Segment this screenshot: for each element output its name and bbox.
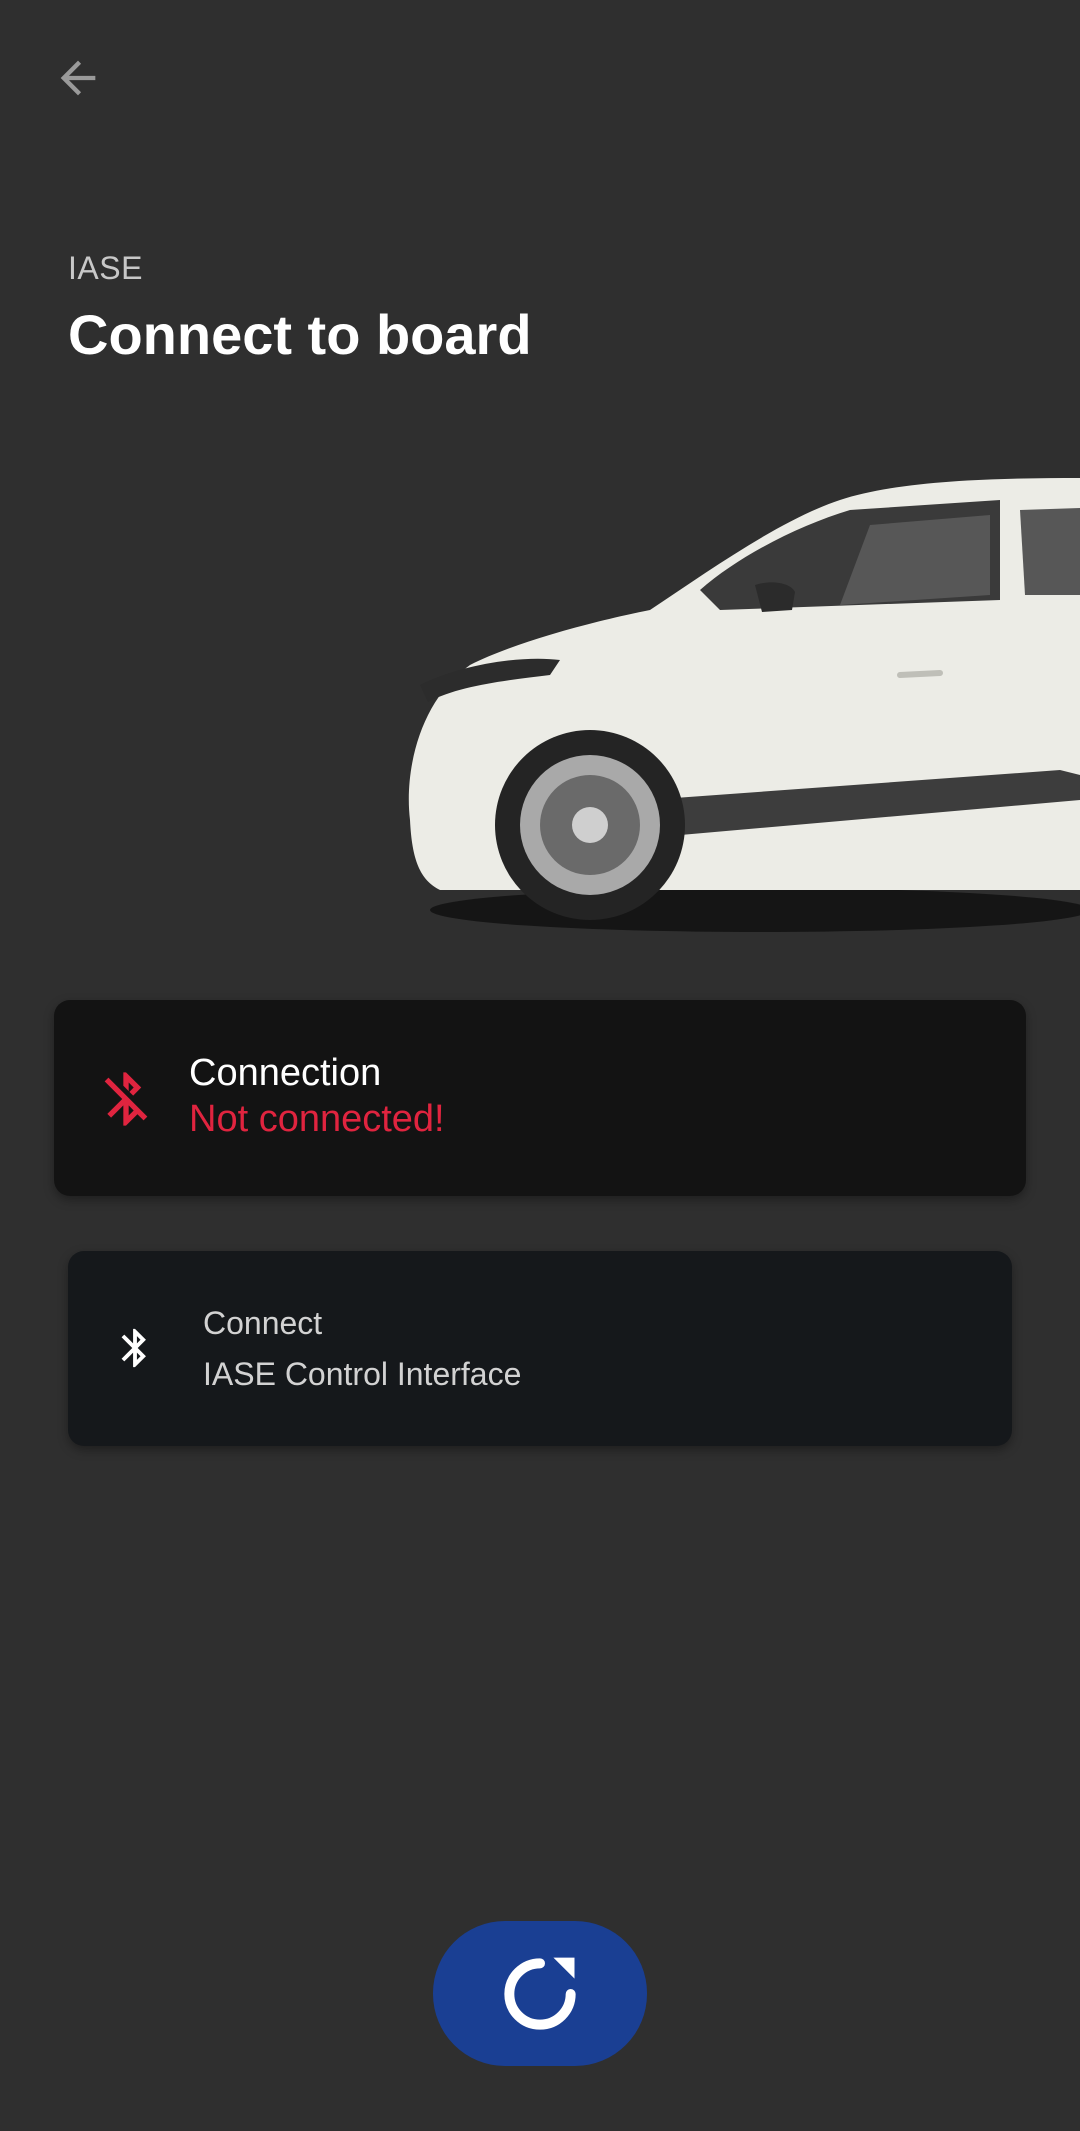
back-button[interactable]: [42, 42, 114, 114]
arrow-left-icon: [60, 60, 96, 96]
bluetooth-icon: [121, 1328, 146, 1368]
page-title: Connect to board: [68, 303, 532, 366]
refresh-button[interactable]: [433, 1921, 647, 2066]
connect-action-label: Connect: [203, 1305, 323, 1341]
connection-label: Connection: [189, 1052, 382, 1094]
connection-status-card: Connection Not connected!: [54, 1000, 1026, 1196]
refresh-icon: [504, 1957, 576, 2030]
connection-status-text: Not connected!: [189, 1098, 445, 1140]
app-subtitle: IASE: [68, 250, 143, 286]
device-connect-item[interactable]: Connect IASE Control Interface: [68, 1251, 1012, 1446]
bluetooth-disabled-icon: [104, 1072, 148, 1126]
device-name: IASE Control Interface: [203, 1356, 522, 1392]
car-side-image: [408, 478, 1080, 932]
